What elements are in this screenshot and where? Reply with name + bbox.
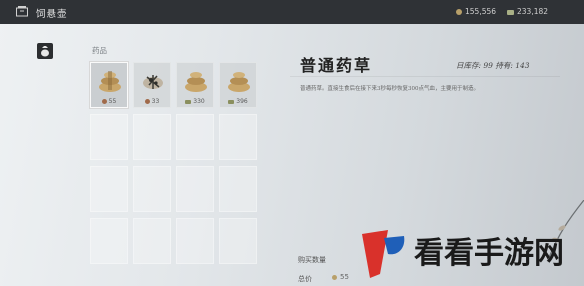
total-label: 总价 xyxy=(298,275,312,283)
category-label: 药品 xyxy=(92,46,107,55)
silver-balance: 233,182 xyxy=(507,7,548,16)
empty-slot xyxy=(90,114,128,160)
coin-icon xyxy=(456,9,462,15)
silver-icon xyxy=(507,9,514,15)
top-bar: 饲悬壶 155,556 233,182 xyxy=(0,0,584,24)
empty-slot xyxy=(219,114,257,160)
empty-slot xyxy=(176,114,214,160)
item-price: 33 xyxy=(134,98,170,105)
empty-slot xyxy=(90,166,128,212)
item-slot-3[interactable]: 330 xyxy=(176,62,214,108)
coin-icon xyxy=(332,274,337,280)
empty-slot xyxy=(176,166,214,212)
herb-bundle-icon xyxy=(228,72,250,92)
coin-balance: 155,556 xyxy=(456,7,496,16)
watermark-logo-icon xyxy=(362,230,405,278)
silver-icon xyxy=(185,99,192,104)
item-description: 普通药草。直接生食后在接下来3秒每秒恢复300点气血，主要用于制造。 xyxy=(300,86,479,92)
silver-icon xyxy=(228,99,235,104)
herb-sprig-icon xyxy=(143,75,163,89)
empty-slot xyxy=(133,166,171,212)
item-title: 普通药草 xyxy=(300,56,373,75)
item-price: 330 xyxy=(177,98,213,105)
empty-slot xyxy=(133,114,171,160)
site-watermark: 看看手游网 xyxy=(350,226,584,286)
empty-slot xyxy=(90,218,128,264)
coin-icon xyxy=(144,99,150,104)
item-slot-1[interactable]: 55 xyxy=(90,62,128,108)
herb-bundle-icon xyxy=(185,72,207,92)
empty-slot xyxy=(176,218,214,264)
empty-slot xyxy=(133,218,171,264)
herb-bundle-icon xyxy=(99,71,121,92)
empty-slot xyxy=(219,218,257,264)
bag-tab-icon[interactable] xyxy=(37,43,53,59)
item-slot-4[interactable]: 396 xyxy=(219,62,257,108)
watermark-text: 看看手游网 xyxy=(414,236,564,271)
divider xyxy=(290,76,560,77)
empty-slot xyxy=(219,166,257,212)
item-slot-2[interactable]: 33 xyxy=(133,62,171,108)
item-price: 396 xyxy=(220,98,256,105)
page-title: 饲悬壶 xyxy=(36,9,68,20)
shop-menu-icon[interactable] xyxy=(16,6,28,17)
item-price: 55 xyxy=(91,98,127,105)
total-price: 55 xyxy=(332,273,349,281)
quantity-label: 购买数量 xyxy=(298,256,326,264)
coin-icon xyxy=(101,99,107,104)
stock-info: 日库存: 99 持有: 143 xyxy=(456,61,530,70)
